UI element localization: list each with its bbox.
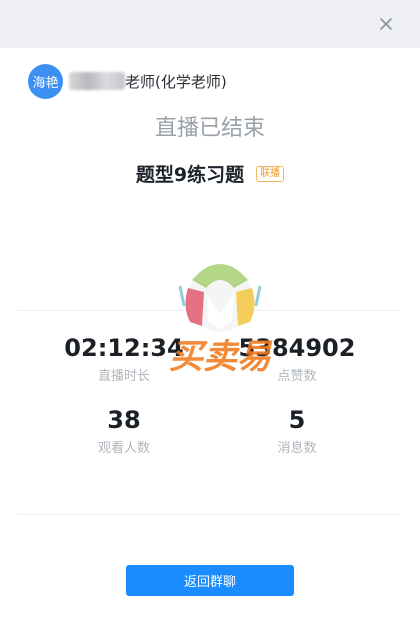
live-ended-dialog: 海艳 老师(化学老师) 直播已结束 题型9练习题 联播 02:12:34 直播时… [0, 0, 420, 636]
stat-duration-value: 02:12:34 [64, 334, 184, 362]
close-icon [380, 18, 392, 30]
teacher-name: 老师(化学老师) [125, 72, 227, 91]
close-button[interactable] [374, 12, 398, 36]
divider-bottom [18, 514, 400, 515]
course-row: 题型9练习题 联播 [0, 160, 420, 187]
stat-viewers-value: 38 [107, 406, 141, 434]
stat-viewers-label: 观看人数 [97, 441, 150, 456]
back-to-group-button[interactable]: 返回群聊 [126, 565, 294, 596]
stat-messages-label: 消息数 [277, 441, 317, 456]
stat-viewers: 38 观看人数 [24, 405, 224, 456]
stat-likes-value: 5384902 [238, 334, 356, 362]
dialog-title-bar [0, 0, 420, 48]
stat-duration: 02:12:34 直播时长 [24, 333, 224, 384]
stat-messages: 5 消息数 [197, 405, 397, 456]
teacher-info: 海艳 老师(化学老师) [28, 63, 227, 99]
divider-top [18, 310, 400, 311]
stat-duration-label: 直播时长 [97, 369, 150, 384]
stat-likes: 5384902 点赞数 [197, 333, 397, 384]
avatar[interactable]: 海艳 [28, 63, 63, 99]
status-title: 直播已结束 [154, 116, 265, 141]
course-tag: 联播 [256, 165, 285, 182]
stat-likes-label: 点赞数 [277, 369, 317, 384]
blurred-name [69, 72, 125, 90]
course-title: 题型9练习题 [135, 164, 245, 186]
stat-messages-value: 5 [288, 406, 306, 434]
